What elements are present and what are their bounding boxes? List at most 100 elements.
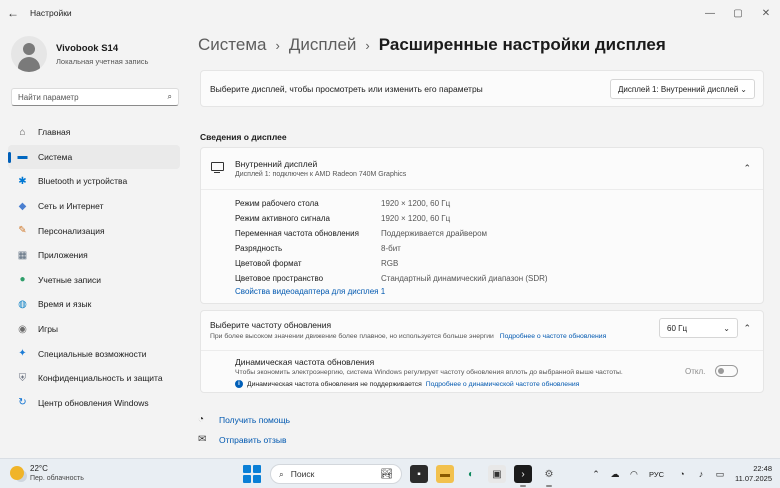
- get-help-link[interactable]: ◔ Получить помощь: [198, 414, 290, 425]
- display-dropdown[interactable]: Дисплей 1: Внутренний дисплей ⌄: [610, 79, 755, 99]
- file-explorer-icon[interactable]: ▬: [436, 465, 454, 483]
- display-info-header[interactable]: Внутренний дисплей Дисплей 1: подключен …: [201, 148, 763, 190]
- settings-icon[interactable]: ⚙: [540, 465, 558, 487]
- wifi-icon[interactable]: ◠: [627, 469, 641, 480]
- sidebar-item-label: Система: [38, 151, 73, 162]
- close-icon[interactable]: ✕: [752, 0, 780, 26]
- avatar-body-shape: [18, 57, 40, 72]
- page-title: Расширенные настройки дисплея: [378, 35, 666, 54]
- adapter-properties-link[interactable]: Свойства видеоадаптера для дисплея 1: [235, 287, 385, 296]
- refresh-rate-more-link[interactable]: Подробнее о частоте обновления: [500, 333, 607, 340]
- sidebar-item-label: Специальные возможности: [38, 348, 147, 359]
- gaming-icon: ◉: [18, 323, 27, 335]
- taskbar-search[interactable]: ⌕ Поиск 🏞: [270, 464, 402, 484]
- refresh-rate-dropdown[interactable]: 60 Гц ⌄: [659, 318, 738, 338]
- dynamic-refresh-title: Динамическая частота обновления: [235, 357, 375, 367]
- dynamic-refresh-more-link[interactable]: Подробнее о динамической частоте обновле…: [426, 381, 580, 388]
- profile-name: Vivobook S14: [56, 42, 119, 54]
- property-row: Цветовой формат RGB: [235, 256, 548, 271]
- windows-logo-pane: [243, 474, 251, 483]
- apps-icon: ▦: [17, 249, 28, 261]
- profile-text: Vivobook S14 Локальная учетная запись: [56, 43, 148, 66]
- dynamic-refresh-note-text: Динамическая частота обновления не подде…: [247, 380, 422, 388]
- breadcrumb-system[interactable]: Система: [198, 35, 266, 55]
- profile[interactable]: Vivobook S14 Локальная учетная запись: [11, 36, 148, 72]
- sidebar-item[interactable]: ◉ Игры: [8, 317, 180, 342]
- breadcrumb-display[interactable]: Дисплей: [289, 35, 357, 55]
- volume-icon[interactable]: ♪: [694, 469, 708, 479]
- profile-account-type: Локальная учетная запись: [56, 56, 149, 66]
- search-input[interactable]: [18, 92, 168, 102]
- personalization-icon: ✎: [18, 225, 27, 237]
- property-row: Цветовое пространство Стандартный динамич…: [235, 271, 548, 286]
- property-value: Поддерживается драйвером: [381, 229, 488, 238]
- window-controls: — ▢ ✕: [696, 0, 780, 26]
- taskbar-search-label: Поиск: [290, 469, 315, 479]
- sidebar-item[interactable]: ✱ Bluetooth и устройства: [8, 169, 180, 194]
- property-value: Стандартный динамический диапазон (SDR): [381, 274, 548, 283]
- send-feedback-link[interactable]: ✉ Отправить отзыв: [198, 434, 286, 445]
- sidebar-item[interactable]: ✦ Специальные возможности: [8, 341, 180, 366]
- store-icon[interactable]: ▣: [488, 465, 506, 483]
- sidebar-item-label: Учетные записи: [38, 274, 102, 285]
- main-content: Система › Дисплей › Расширенные настройк…: [190, 26, 780, 458]
- refresh-rate-card: Выберите частоту обновления При более вы…: [200, 310, 764, 393]
- sidebar-item[interactable]: ✎ Персонализация: [8, 218, 180, 243]
- property-name: Переменная частота обновления: [235, 229, 359, 238]
- title-bar: ← Настройки — ▢ ✕: [0, 0, 780, 26]
- property-name: Цветовой формат: [235, 259, 302, 268]
- sidebar: Vivobook S14 Локальная учетная запись ⌕ …: [0, 26, 190, 458]
- clock[interactable]: 22:48 11.07.2025: [735, 464, 772, 484]
- get-help-label: Получить помощь: [219, 414, 291, 425]
- windows-logo-pane: [252, 474, 261, 483]
- search-icon[interactable]: ⌕: [168, 92, 172, 102]
- start-button[interactable]: [243, 465, 261, 483]
- display-select-label: Выберите дисплей, чтобы просмотреть или …: [210, 83, 483, 94]
- display-properties: Режим рабочего стола 1920 × 1200, 60 Гц Ре…: [235, 196, 548, 286]
- clock-time: 22:48: [753, 464, 772, 473]
- property-value: 1920 × 1200, 60 Гц: [381, 199, 451, 208]
- minimize-icon[interactable]: —: [696, 0, 724, 26]
- bluetooth-icon: ✱: [18, 175, 27, 187]
- sidebar-item[interactable]: ⛨ Конфиденциальность и защита: [8, 366, 180, 391]
- edge-icon[interactable]: ◐: [462, 465, 480, 483]
- chevron-right-icon: ›: [365, 37, 370, 53]
- sidebar-item-label: Сеть и Интернет: [38, 201, 104, 212]
- sidebar-item[interactable]: ● Учетные записи: [8, 268, 180, 293]
- windows-logo-pane: [252, 465, 261, 474]
- sidebar-item[interactable]: ↻ Центр обновления Windows: [8, 391, 180, 416]
- sidebar-item[interactable]: ▦ Приложения: [8, 243, 180, 268]
- property-value: 8-бит: [381, 244, 401, 253]
- weather-widget[interactable]: 22°C Пер. облачность: [10, 464, 84, 482]
- back-arrow-icon[interactable]: ←: [0, 0, 26, 26]
- refresh-rate-value: 60 Гц: [667, 323, 688, 333]
- weather-temperature: 22°C: [30, 464, 48, 473]
- maximize-icon[interactable]: ▢: [724, 0, 752, 26]
- property-value: 1920 × 1200, 60 Гц: [381, 214, 451, 223]
- chevron-up-icon[interactable]: ⌃: [743, 163, 751, 174]
- sidebar-item-label: Персонализация: [38, 225, 105, 236]
- task-view-icon[interactable]: ▪: [410, 465, 428, 483]
- chevron-right-icon: ›: [275, 37, 280, 53]
- cloud-icon[interactable]: ☁: [608, 469, 622, 480]
- info-icon: i: [235, 380, 243, 388]
- sidebar-item[interactable]: ◆ Сеть и Интернет: [8, 194, 180, 219]
- chevron-up-icon[interactable]: ⌃: [589, 469, 603, 480]
- sidebar-item-label: Bluetooth и устройства: [38, 176, 128, 187]
- send-feedback-label: Отправить отзыв: [219, 434, 287, 445]
- windows-logo-pane: [243, 465, 251, 474]
- system-tray: ⌃ ☁ ◠ РУС ◔ ♪ ▭ 22:48 11.07.2025: [584, 463, 772, 485]
- dynamic-refresh-toggle[interactable]: [715, 365, 738, 377]
- battery-icon[interactable]: ▭: [713, 469, 727, 480]
- section-title: Сведения о дисплее: [200, 132, 287, 142]
- sidebar-item[interactable]: ◍ Время и язык: [8, 292, 180, 317]
- avatar-head-shape: [23, 43, 35, 55]
- sidebar-item[interactable]: ▬ Система: [8, 144, 180, 170]
- language-indicator[interactable]: РУС: [649, 470, 664, 479]
- property-name: Режим активного сигнала: [235, 214, 330, 223]
- property-row: Разрядность 8-бит: [235, 241, 548, 256]
- network-icon[interactable]: ◔: [675, 469, 689, 479]
- sidebar-item[interactable]: ⌂ Главная: [8, 120, 180, 145]
- chevron-up-icon[interactable]: ⌃: [743, 323, 751, 334]
- terminal-icon[interactable]: ›: [514, 465, 532, 487]
